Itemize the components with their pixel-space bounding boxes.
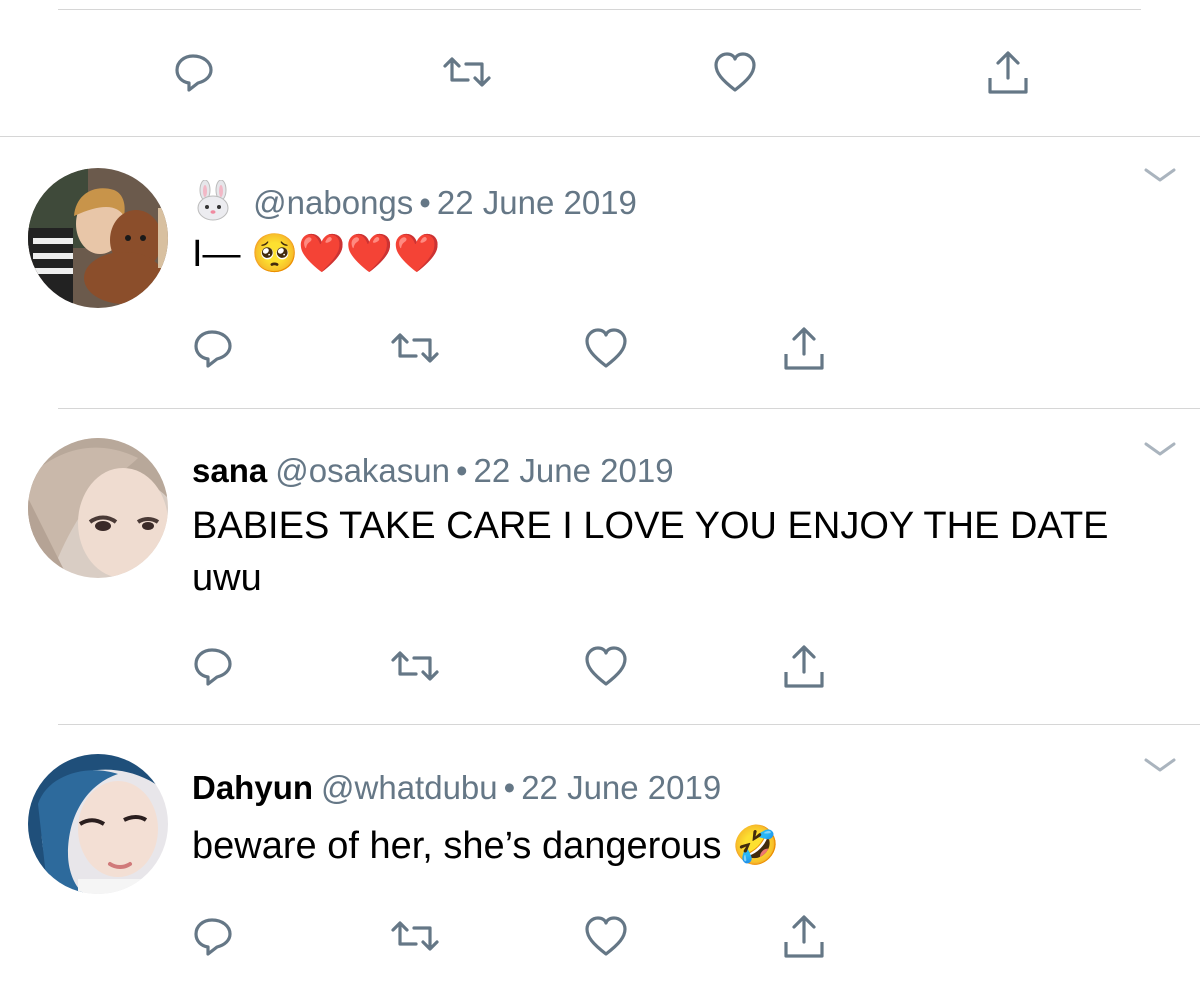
chevron-down-icon[interactable] — [1142, 164, 1178, 188]
tweet-date[interactable]: 22 June 2019 — [521, 769, 721, 806]
tweet-header: sana @osakasun • 22 June 2019 — [192, 451, 674, 491]
share-button[interactable] — [774, 906, 834, 966]
reply-icon — [175, 54, 213, 92]
retweet-button[interactable] — [385, 636, 445, 696]
retweet-button[interactable] — [437, 42, 497, 102]
retweet-icon — [391, 921, 439, 951]
separator-dot: • — [455, 452, 468, 489]
reply-button[interactable] — [182, 318, 242, 378]
reply-button[interactable] — [182, 906, 242, 966]
retweet-icon — [391, 333, 439, 363]
like-button[interactable] — [576, 906, 636, 966]
share-icon — [988, 51, 1028, 94]
share-button[interactable] — [774, 318, 834, 378]
tweet-handle[interactable]: @nabongs — [253, 184, 413, 221]
tweet-handle[interactable]: @whatdubu — [321, 769, 498, 806]
retweet-button[interactable] — [385, 906, 445, 966]
avatar[interactable] — [28, 754, 168, 894]
reply-icon — [194, 648, 232, 686]
like-button[interactable] — [576, 318, 636, 378]
retweet-icon — [391, 651, 439, 681]
tweet[interactable]: sana @osakasun • 22 June 2019 BABIES TAKE C… — [0, 408, 1200, 724]
previous-tweet-actions — [0, 42, 1200, 102]
tweet-header: @nabongs • 22 June 2019 — [192, 179, 637, 231]
tweet-actions — [0, 318, 1200, 378]
tweet-actions — [0, 636, 1200, 696]
tweet-text: BABIES TAKE CARE I LOVE YOU ENJOY THE DA… — [192, 505, 1109, 599]
avatar[interactable] — [28, 438, 168, 578]
tweet-actions — [0, 906, 1200, 966]
avatar-photo — [28, 754, 168, 894]
tweet-author-name[interactable]: Dahyun — [192, 769, 313, 806]
like-icon — [714, 52, 756, 92]
like-icon — [585, 916, 627, 956]
separator-dot: • — [503, 769, 516, 806]
tweet-date[interactable]: 22 June 2019 — [474, 452, 674, 489]
reply-button[interactable] — [182, 636, 242, 696]
share-button[interactable] — [774, 636, 834, 696]
like-icon — [585, 328, 627, 368]
retweet-button[interactable] — [385, 318, 445, 378]
tweet-text: beware of her, she’s dangerous 🤣 — [192, 825, 780, 867]
tweet[interactable]: @nabongs • 22 June 2019 I— 🥺❤️❤️❤️ — [0, 136, 1200, 408]
top-divider — [58, 9, 1141, 10]
tweet[interactable]: Dahyun @whatdubu • 22 June 2019 beware of h… — [0, 724, 1200, 994]
chevron-down-icon[interactable] — [1142, 754, 1178, 778]
reply-icon — [194, 918, 232, 956]
tweet-text: I— 🥺❤️❤️❤️ — [192, 233, 441, 275]
avatar-photo — [28, 438, 168, 578]
separator-dot: • — [419, 184, 431, 221]
avatar[interactable] — [28, 168, 168, 308]
tweet-date[interactable]: 22 June 2019 — [437, 184, 637, 221]
like-icon — [585, 646, 627, 686]
tweet-handle[interactable]: @osakasun — [275, 452, 450, 489]
avatar-photo — [28, 168, 168, 308]
share-button[interactable] — [978, 42, 1038, 102]
retweet-icon — [443, 57, 491, 87]
share-icon — [784, 327, 824, 370]
share-icon — [784, 645, 824, 688]
like-button[interactable] — [576, 636, 636, 696]
rabbit-face-icon — [192, 179, 234, 231]
tweet-header: Dahyun @whatdubu • 22 June 2019 — [192, 768, 721, 808]
share-icon — [784, 915, 824, 958]
tweet-author-name[interactable]: sana — [192, 452, 267, 489]
chevron-down-icon[interactable] — [1142, 438, 1178, 462]
reply-icon — [194, 330, 232, 368]
like-button[interactable] — [705, 42, 765, 102]
reply-button[interactable] — [163, 42, 223, 102]
